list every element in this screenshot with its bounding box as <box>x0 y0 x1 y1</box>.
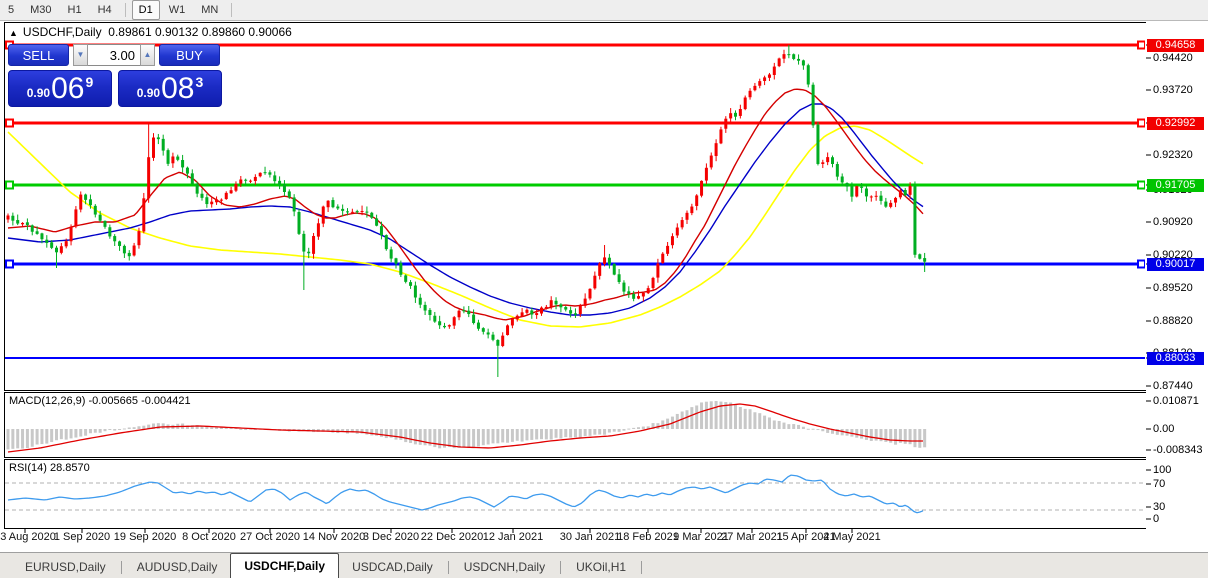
ask-price-panel[interactable]: 0.90 08 3 <box>118 70 222 107</box>
price-tick-label: 0.94420 <box>1153 52 1193 64</box>
date-tick-label: 8 Oct 2020 <box>182 531 236 543</box>
timeframe-button-w1[interactable]: W1 <box>162 0 193 20</box>
rsi-axis-label: 70 <box>1153 478 1166 490</box>
chart-tab-usdcad[interactable]: USDCAD,Daily <box>339 557 446 578</box>
date-tick-label: 19 Sep 2020 <box>113 531 177 543</box>
chart-title: ▲ USDCHF,Daily 0.89861 0.90132 0.89860 0.… <box>9 25 292 39</box>
sell-button[interactable]: SELL <box>8 44 69 66</box>
price-level-tag: 0.88033 <box>1147 352 1204 365</box>
rsi-indicator-label: RSI(14) 28.8570 <box>9 462 90 474</box>
rsi-axis-label: 0 <box>1153 513 1160 525</box>
volume-input[interactable] <box>88 44 140 66</box>
timeframe-button-m30[interactable]: M30 <box>23 0 58 20</box>
date-tick-label: 3 Dec 2020 <box>362 531 420 543</box>
date-tick-label: 27 Oct 2020 <box>240 531 300 543</box>
chart-tab-usdchf[interactable]: USDCHF,Daily <box>230 553 340 578</box>
bid-price-point: 9 <box>85 74 94 90</box>
toolbar-separator <box>124 3 126 17</box>
ask-price-pips: 08 <box>161 72 195 105</box>
date-tick-label: 14 Nov 2020 <box>302 531 366 543</box>
chart-window: ▲ USDCHF,Daily 0.89861 0.90132 0.89860 0.… <box>0 20 1208 552</box>
price-tick-label: 0.88820 <box>1153 315 1193 327</box>
date-tick-label: 30 Jan 2021 <box>559 531 621 543</box>
price-tick-label: 0.92320 <box>1153 149 1193 161</box>
price-tick-label: 0.87440 <box>1153 380 1193 392</box>
chart-tab-audusd[interactable]: AUDUSD,Daily <box>124 557 231 578</box>
bid-price-prefix: 0.90 <box>26 86 51 100</box>
ask-price-point: 3 <box>195 74 204 90</box>
chart-tab-ukoil[interactable]: UKOil,H1 <box>563 557 639 578</box>
rsi-axis-label: 100 <box>1153 464 1172 476</box>
date-tick-label: 1 Sep 2020 <box>53 531 111 543</box>
date-tick-label: 27 Mar 2021 <box>721 531 783 543</box>
bid-price-panel[interactable]: 0.90 06 9 <box>8 70 112 107</box>
toolbar-separator <box>231 3 233 17</box>
timeframe-button-h1[interactable]: H1 <box>61 0 89 20</box>
chart-tab-usdcnh[interactable]: USDCNH,Daily <box>451 557 558 578</box>
timeframe-button-mn[interactable]: MN <box>194 0 225 20</box>
ask-price-prefix: 0.90 <box>136 86 161 100</box>
price-level-tag: 0.91705 <box>1147 179 1204 192</box>
price-tick-label: 0.93720 <box>1153 84 1193 96</box>
date-tick-label: 13 Aug 2020 <box>0 531 56 543</box>
price-level-tag: 0.92992 <box>1147 117 1204 130</box>
timeframe-button-5[interactable]: 5 <box>1 0 21 20</box>
bid-price-pips: 06 <box>51 72 85 105</box>
buy-button[interactable]: BUY <box>159 44 220 66</box>
chart-tab-bar: EURUSD,Daily AUDUSD,Daily USDCHF,Daily USDC… <box>0 552 1208 578</box>
price-level-tag: 0.94658 <box>1147 39 1204 52</box>
date-tick-label: 12 Jan 2021 <box>482 531 544 543</box>
macd-axis-label: 0.00 <box>1153 423 1175 435</box>
chart-tab-eurusd[interactable]: EURUSD,Daily <box>12 557 119 578</box>
date-tick-label: 4 May 2021 <box>823 531 881 543</box>
volume-increase-button[interactable]: ▲ <box>140 44 155 66</box>
date-tick-label: 22 Dec 2020 <box>420 531 484 543</box>
tab-separator <box>560 561 562 574</box>
timeframe-toolbar: 5 M30 H1 H4 D1 W1 MN <box>0 0 1208 21</box>
price-tick-label: 0.89520 <box>1153 282 1193 294</box>
chart-ohlc-values: 0.89861 0.90132 0.89860 0.90066 <box>108 25 292 39</box>
macd-axis-label: -0.008343 <box>1153 444 1203 456</box>
volume-decrease-button[interactable]: ▼ <box>73 44 88 66</box>
one-click-trade-panel: SELL ▼ ▲ BUY 0.90 06 9 0.90 08 3 <box>8 44 222 107</box>
date-tick-label: 18 Feb 2021 <box>617 531 679 543</box>
tab-separator <box>641 561 643 574</box>
tab-separator <box>447 561 449 574</box>
rsi-axis-label: 30 <box>1153 501 1166 513</box>
timeframe-button-d1[interactable]: D1 <box>131 0 160 20</box>
timeframe-button-h4[interactable]: H4 <box>91 0 119 20</box>
symbol-arrow-icon: ▲ <box>9 28 18 38</box>
chart-symbol-label: USDCHF,Daily <box>22 25 102 39</box>
price-tick-label: 0.90920 <box>1153 216 1193 228</box>
mt-terminal-window: 5 M30 H1 H4 D1 W1 MN ▲ USDCHF,Daily 0.89861 0.9… <box>0 0 1208 578</box>
macd-axis-label: 0.010871 <box>1153 395 1199 407</box>
price-level-tag: 0.90017 <box>1147 258 1204 271</box>
tab-separator <box>120 561 122 574</box>
macd-indicator-label: MACD(12,26,9) -0.005665 -0.004421 <box>9 395 191 407</box>
